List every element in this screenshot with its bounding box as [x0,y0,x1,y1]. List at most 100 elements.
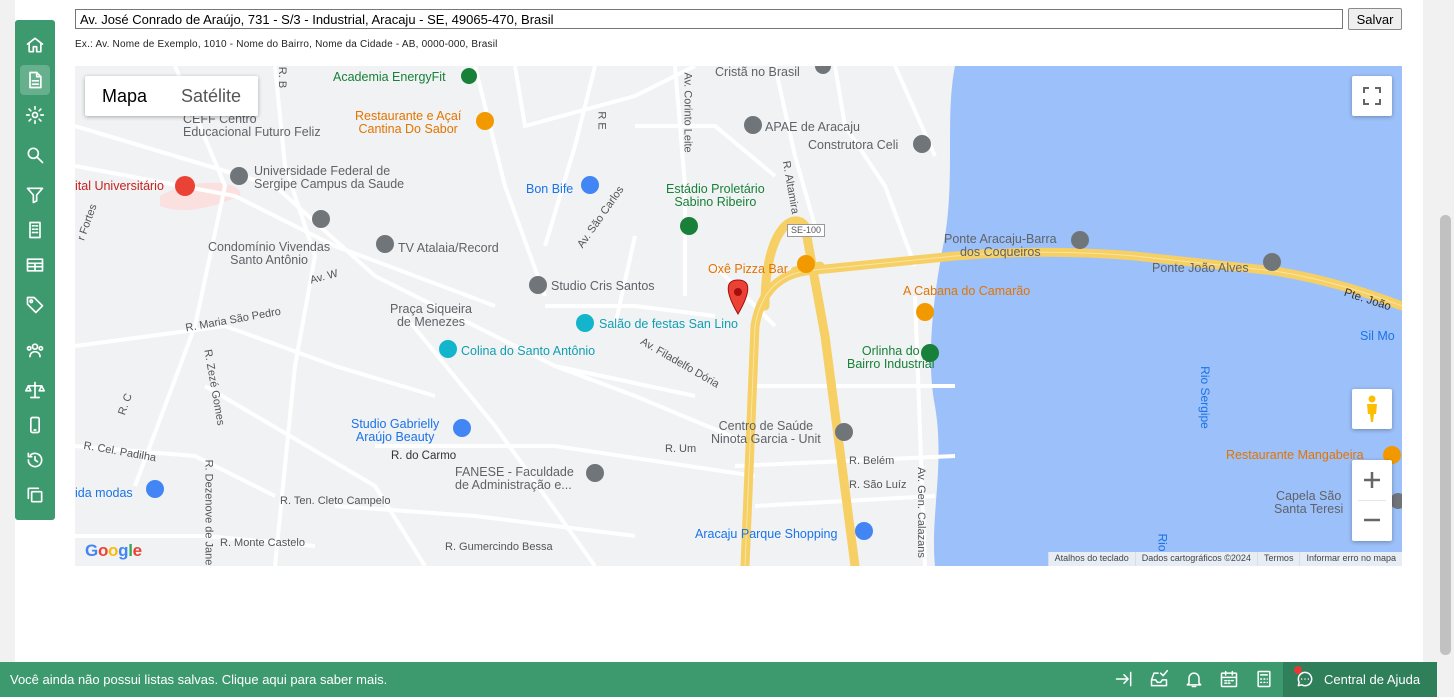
address-hint: Ex.: Av. Nome de Exemplo, 1010 - Nome do… [75,39,498,50]
place-studio-cris[interactable]: Studio Cris Santos [551,280,655,293]
inbox-button[interactable] [1149,669,1171,691]
calculator-button[interactable] [1254,669,1276,691]
sidebar-filter[interactable] [20,180,50,210]
minus-icon [1364,518,1380,522]
gear-icon [25,105,45,125]
street-view-button[interactable] [1352,389,1392,429]
place-condominio[interactable]: Condomínio Vivendas Santo Antônio [208,241,330,267]
attribution-shortcuts[interactable]: Atalhos do teclado [1047,552,1135,566]
sidebar-table[interactable] [20,250,50,280]
street-re: R E [595,111,608,130]
calendar-button[interactable] [1219,669,1241,691]
filter-icon [26,187,44,204]
zoom-control [1352,460,1392,541]
phone-icon [30,416,40,434]
pegman-icon [1367,395,1377,422]
chat-help-icon-wrap [1295,669,1317,691]
scrollbar-thumb[interactable] [1440,215,1451,655]
attribution-terms[interactable]: Termos [1256,552,1300,566]
place-orlinha[interactable]: Orlinha do Bairro Industrial [847,345,935,371]
attribution-report[interactable]: Informar erro no mapa [1299,552,1402,566]
search-icon [27,147,44,164]
calculator-icon [1257,670,1271,688]
building-icon [29,221,41,239]
sidebar-home[interactable] [20,30,50,60]
fullscreen-button[interactable] [1352,76,1392,116]
label-rio-sergipe: Rio Sergipe [1197,366,1212,429]
place-praca[interactable]: Praça Siqueira de Menezes [390,303,472,329]
street-belem: R. Belém [849,455,895,467]
street-monte-castelo: R. Monte Castelo [220,537,305,549]
fullscreen-icon [1363,87,1381,105]
plus-icon [1364,472,1380,488]
address-input[interactable] [75,9,1343,29]
zoom-out-button[interactable] [1352,500,1392,540]
saved-lists-message[interactable]: Você ainda não possui listas salvas. Cli… [10,672,387,687]
sidebar-copy[interactable] [20,480,50,510]
help-center-label: Central de Ajuda [1324,672,1421,687]
page: Salvar Ex.: Av. Nome de Exemplo, 1010 - … [0,0,1454,697]
sidebar-users[interactable] [20,335,50,365]
sidebar-search[interactable] [20,140,50,170]
tag-icon [26,296,44,314]
sidebar-phone[interactable] [20,410,50,440]
place-restaurante-mangabeira[interactable]: Restaurante Mangabeira [1226,449,1364,462]
place-colina[interactable]: Colina do Santo Antônio [461,345,595,358]
notifications-button[interactable] [1184,669,1206,691]
place-construtora[interactable]: Construtora Celi [808,139,898,152]
road-badge-se100: SE-100 [787,224,826,237]
place-sil-mo[interactable]: Sil Mo [1360,330,1395,343]
place-hospital[interactable]: ital Universitário [75,180,164,193]
bottom-bar: Você ainda não possui listas salvas. Cli… [0,662,1437,697]
help-center-button[interactable]: Central de Ajuda [1283,662,1437,697]
save-button[interactable]: Salvar [1348,8,1402,30]
sidebar-document[interactable] [20,65,50,95]
users-icon [26,343,44,358]
street-rb: R. B [276,66,289,89]
zoom-in-button[interactable] [1352,460,1392,500]
sidebar-settings[interactable] [20,100,50,130]
place-ufs[interactable]: Universidade Federal de Sergipe Campus d… [254,165,404,191]
calendar-icon [1220,670,1238,688]
place-ceff[interactable]: CEFF Centro Educacional Futuro Feliz [183,113,321,139]
bottom-scrollbar-corner [1437,662,1454,697]
place-academia[interactable]: Academia EnergyFit [333,71,446,84]
google-logo[interactable]: Google [85,541,142,561]
logout-button[interactable] [1114,669,1136,691]
place-ponte-joao[interactable]: Ponte João Alves [1152,262,1249,275]
place-fanese[interactable]: FANESE - Faculdade de Administração e... [455,466,574,492]
place-centro-saude[interactable]: Centro de Saúde Ninota Garcia - Unit [711,420,821,446]
street-corinto: Av. Corinto Leite [681,72,694,153]
document-icon [29,71,42,89]
place-aracaju-shopping[interactable]: Aracaju Parque Shopping [695,528,837,541]
inbox-check-icon [1150,669,1169,687]
place-studio-gabrielly[interactable]: Studio Gabrielly Araújo Beauty [351,418,439,444]
sidebar-building[interactable] [20,215,50,245]
place-ida-modas[interactable]: ida modas [75,487,133,500]
place-cabana[interactable]: A Cabana do Camarão [903,285,1030,298]
place-pizza[interactable]: Oxê Pizza Bar [708,263,788,276]
map-type-satelite[interactable]: Satélite [164,76,258,116]
sidebar-history[interactable] [20,445,50,475]
street-gen-calazans: Av. Gen. Calazans [914,467,927,558]
table-icon [26,258,44,272]
map-type-mapa[interactable]: Mapa [85,76,164,116]
map-type-control: Mapa Satélite [85,76,259,116]
logout-icon [1115,671,1132,687]
place-capela[interactable]: Capela São Santa Teresi [1274,490,1343,516]
place-estadio[interactable]: Estádio Proletário Sabino Ribeiro [666,183,765,209]
place-tv[interactable]: TV Atalaia/Record [398,242,499,255]
place-salao[interactable]: Salão de festas San Lino [599,318,738,331]
place-restaurante-acai[interactable]: Restaurante e Açaí Cantina Do Sabor [355,110,461,136]
label-rio: Rio [1155,533,1170,552]
sidebar-tag[interactable] [20,290,50,320]
map[interactable]: Academia EnergyFit Cristã no Brasil Rest… [75,66,1402,566]
place-bon-bife[interactable]: Bon Bife [526,183,573,196]
place-cristo[interactable]: Cristã no Brasil [715,66,800,79]
page-scrollbar[interactable] [1437,0,1454,662]
place-apae[interactable]: APAE de Aracaju [765,121,860,134]
bell-icon [1186,672,1202,688]
place-ponte-barra[interactable]: Ponte Aracaju-Barra dos Coqueiros [944,233,1057,259]
sidebar-scale[interactable] [20,375,50,405]
map-attribution: Atalhos do teclado Dados cartográficos ©… [1047,552,1402,566]
